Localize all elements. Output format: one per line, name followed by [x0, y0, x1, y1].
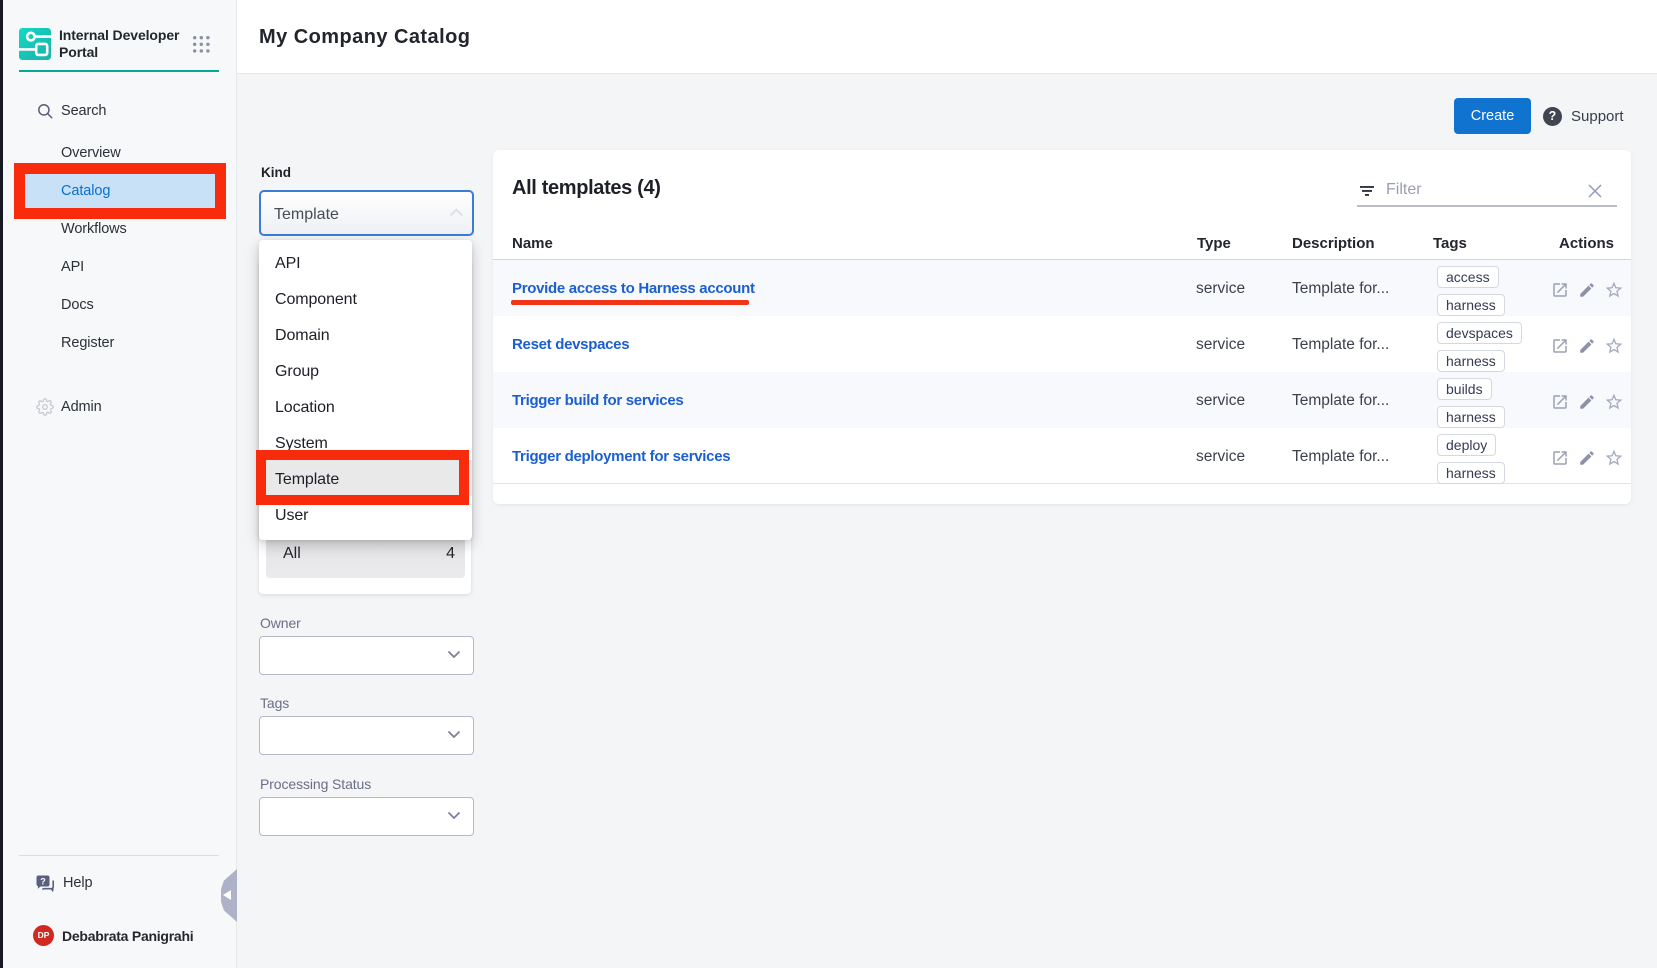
svg-text:?: ?	[40, 877, 46, 887]
